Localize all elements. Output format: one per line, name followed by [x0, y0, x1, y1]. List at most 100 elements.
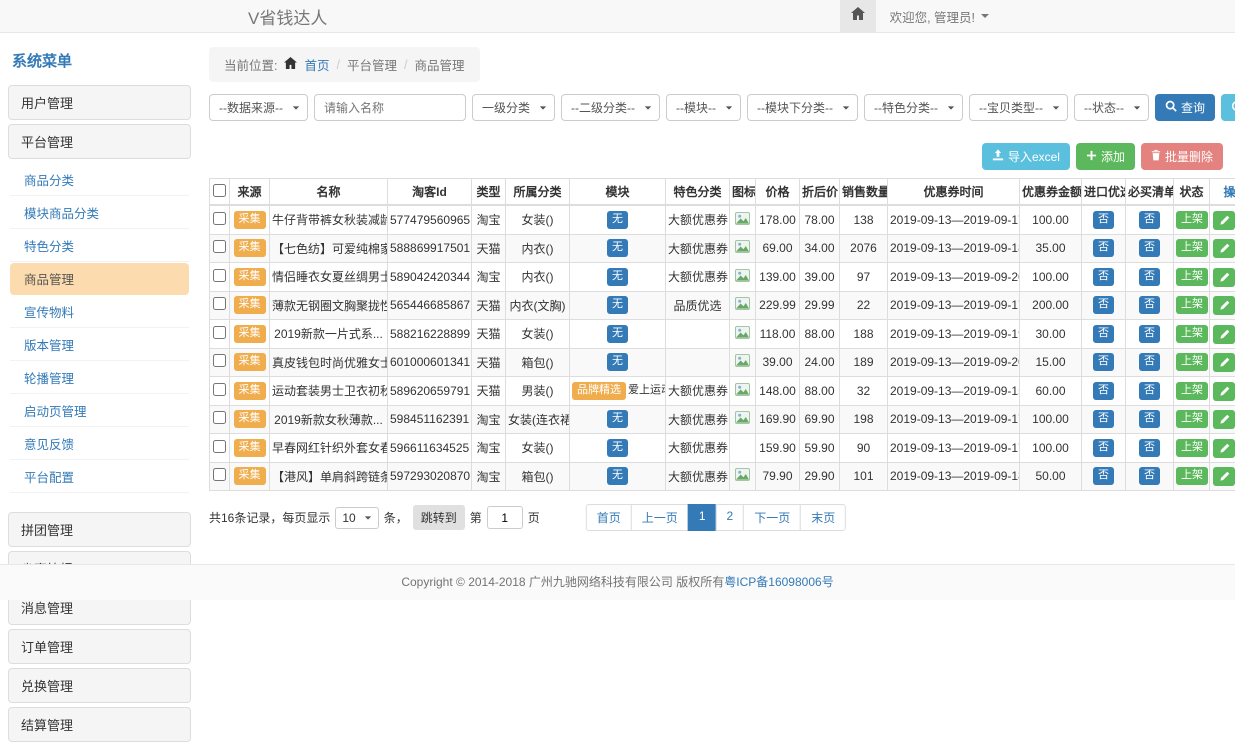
cell-icon — [730, 348, 756, 377]
filter-select[interactable]: --特色分类-- — [864, 94, 963, 121]
must-buy-toggle-badge[interactable]: 否 — [1139, 353, 1160, 371]
sidebar-sublink[interactable]: 启动页管理 — [10, 395, 189, 427]
row-checkbox[interactable] — [213, 212, 226, 225]
filter-select[interactable]: --二级分类-- — [561, 94, 660, 121]
jump-button[interactable]: 跳转到 — [413, 505, 465, 530]
sidebar-sublink[interactable]: 意见反馈 — [10, 428, 189, 460]
sidebar-group[interactable]: 拼团管理 — [8, 512, 191, 547]
must-buy-toggle-badge[interactable]: 否 — [1139, 325, 1160, 343]
sidebar-sublink[interactable]: 商品分类 — [10, 164, 189, 196]
filter-select[interactable]: --数据来源-- — [209, 94, 308, 121]
search-button[interactable]: 查询 — [1155, 94, 1215, 121]
select-all-checkbox[interactable] — [213, 184, 226, 197]
edit-button[interactable] — [1213, 382, 1235, 401]
imported-toggle-badge[interactable]: 否 — [1093, 439, 1114, 457]
cell-imported: 否 — [1082, 205, 1126, 234]
sidebar-sublink[interactable]: 版本管理 — [10, 329, 189, 361]
row-checkbox[interactable] — [213, 354, 226, 367]
sidebar-sublink[interactable]: 平台配置 — [10, 461, 189, 493]
filter-select[interactable]: --模块-- — [666, 94, 741, 121]
status-badge[interactable]: 上架 — [1176, 382, 1208, 400]
row-checkbox[interactable] — [213, 411, 226, 424]
status-badge[interactable]: 上架 — [1176, 410, 1208, 428]
imported-toggle-badge[interactable]: 否 — [1093, 211, 1114, 229]
page-button[interactable]: 下一页 — [743, 504, 801, 531]
must-buy-toggle-badge[interactable]: 否 — [1139, 239, 1160, 257]
jump-page-input[interactable] — [487, 506, 523, 529]
sidebar-sublink[interactable]: 模块商品分类 — [10, 197, 189, 229]
sidebar-sublink[interactable]: 特色分类 — [10, 230, 189, 262]
row-checkbox[interactable] — [213, 326, 226, 339]
imported-toggle-badge[interactable]: 否 — [1093, 353, 1114, 371]
icp-link[interactable]: 粤ICP备16098006号 — [724, 575, 833, 589]
status-badge[interactable]: 上架 — [1176, 325, 1208, 343]
filter-select[interactable]: --模块下分类-- — [747, 94, 858, 121]
edit-button[interactable] — [1213, 296, 1235, 315]
status-badge[interactable]: 上架 — [1176, 296, 1208, 314]
cell-name: 运动套装男士卫衣初秋... — [270, 377, 388, 406]
edit-button[interactable] — [1213, 467, 1235, 486]
edit-button[interactable] — [1213, 211, 1235, 230]
status-badge[interactable]: 上架 — [1176, 239, 1208, 257]
sidebar-group[interactable]: 兑换管理 — [8, 668, 191, 703]
status-badge[interactable]: 上架 — [1176, 353, 1208, 371]
row-checkbox[interactable] — [213, 440, 226, 453]
batch-delete-button[interactable]: 批量删除 — [1141, 143, 1223, 170]
must-buy-toggle-badge[interactable]: 否 — [1139, 439, 1160, 457]
user-menu[interactable]: 欢迎您, 管理员! — [876, 7, 995, 26]
edit-button[interactable] — [1213, 325, 1235, 344]
app-brand[interactable]: V省钱达人 — [248, 4, 327, 29]
row-checkbox[interactable] — [213, 468, 226, 481]
must-buy-toggle-badge[interactable]: 否 — [1139, 467, 1160, 485]
must-buy-toggle-badge[interactable]: 否 — [1139, 382, 1160, 400]
imported-toggle-badge[interactable]: 否 — [1093, 268, 1114, 286]
per-page-select[interactable]: 10 — [335, 507, 378, 529]
home-button[interactable] — [840, 0, 876, 32]
sidebar-sublink[interactable]: 商品管理 — [10, 263, 189, 295]
row-checkbox[interactable] — [213, 383, 226, 396]
sidebar-group-platform[interactable]: 平台管理 — [8, 124, 191, 159]
must-buy-toggle-badge[interactable]: 否 — [1139, 211, 1160, 229]
page-button[interactable]: 首页 — [586, 504, 632, 531]
breadcrumb-home-link[interactable]: 首页 — [304, 55, 329, 74]
status-badge[interactable]: 上架 — [1176, 211, 1208, 229]
filter-select[interactable]: --状态-- — [1074, 94, 1149, 121]
must-buy-toggle-badge[interactable]: 否 — [1139, 410, 1160, 428]
row-checkbox[interactable] — [213, 269, 226, 282]
col-taoke-id: 淘客Id — [388, 179, 472, 206]
filter-select[interactable]: 一级分类 — [472, 94, 555, 121]
edit-button[interactable] — [1213, 268, 1235, 287]
row-checkbox[interactable] — [213, 297, 226, 310]
imported-toggle-badge[interactable]: 否 — [1093, 239, 1114, 257]
must-buy-toggle-badge[interactable]: 否 — [1139, 268, 1160, 286]
import-excel-button[interactable]: 导入excel — [982, 143, 1070, 170]
row-checkbox[interactable] — [213, 240, 226, 253]
sidebar-sublink[interactable]: 宣传物料 — [10, 296, 189, 328]
imported-toggle-badge[interactable]: 否 — [1093, 296, 1114, 314]
sidebar-group-users[interactable]: 用户管理 — [8, 85, 191, 120]
imported-toggle-badge[interactable]: 否 — [1093, 325, 1114, 343]
sidebar-group[interactable]: 结算管理 — [8, 707, 191, 742]
filter-select[interactable]: --宝贝类型-- — [969, 94, 1068, 121]
page-button[interactable]: 上一页 — [631, 504, 689, 531]
status-badge[interactable]: 上架 — [1176, 268, 1208, 286]
sidebar-group[interactable]: 订单管理 — [8, 629, 191, 664]
must-buy-toggle-badge[interactable]: 否 — [1139, 296, 1160, 314]
add-button[interactable]: 添加 — [1076, 143, 1135, 170]
status-badge[interactable]: 上架 — [1176, 439, 1208, 457]
page-button[interactable]: 2 — [716, 504, 745, 531]
page-button[interactable]: 末页 — [800, 504, 846, 531]
edit-button[interactable] — [1213, 353, 1235, 372]
name-search-input[interactable] — [314, 94, 466, 121]
imported-toggle-badge[interactable]: 否 — [1093, 467, 1114, 485]
edit-button[interactable] — [1213, 439, 1235, 458]
edit-button[interactable] — [1213, 410, 1235, 429]
imported-toggle-badge[interactable]: 否 — [1093, 382, 1114, 400]
sidebar-sublink[interactable]: 轮播管理 — [10, 362, 189, 394]
col-icon: 图标 — [730, 179, 756, 206]
status-badge[interactable]: 上架 — [1176, 467, 1208, 485]
reset-button[interactable]: 重置 — [1221, 94, 1235, 121]
edit-button[interactable] — [1213, 239, 1235, 258]
imported-toggle-badge[interactable]: 否 — [1093, 410, 1114, 428]
page-button[interactable]: 1 — [688, 504, 717, 531]
